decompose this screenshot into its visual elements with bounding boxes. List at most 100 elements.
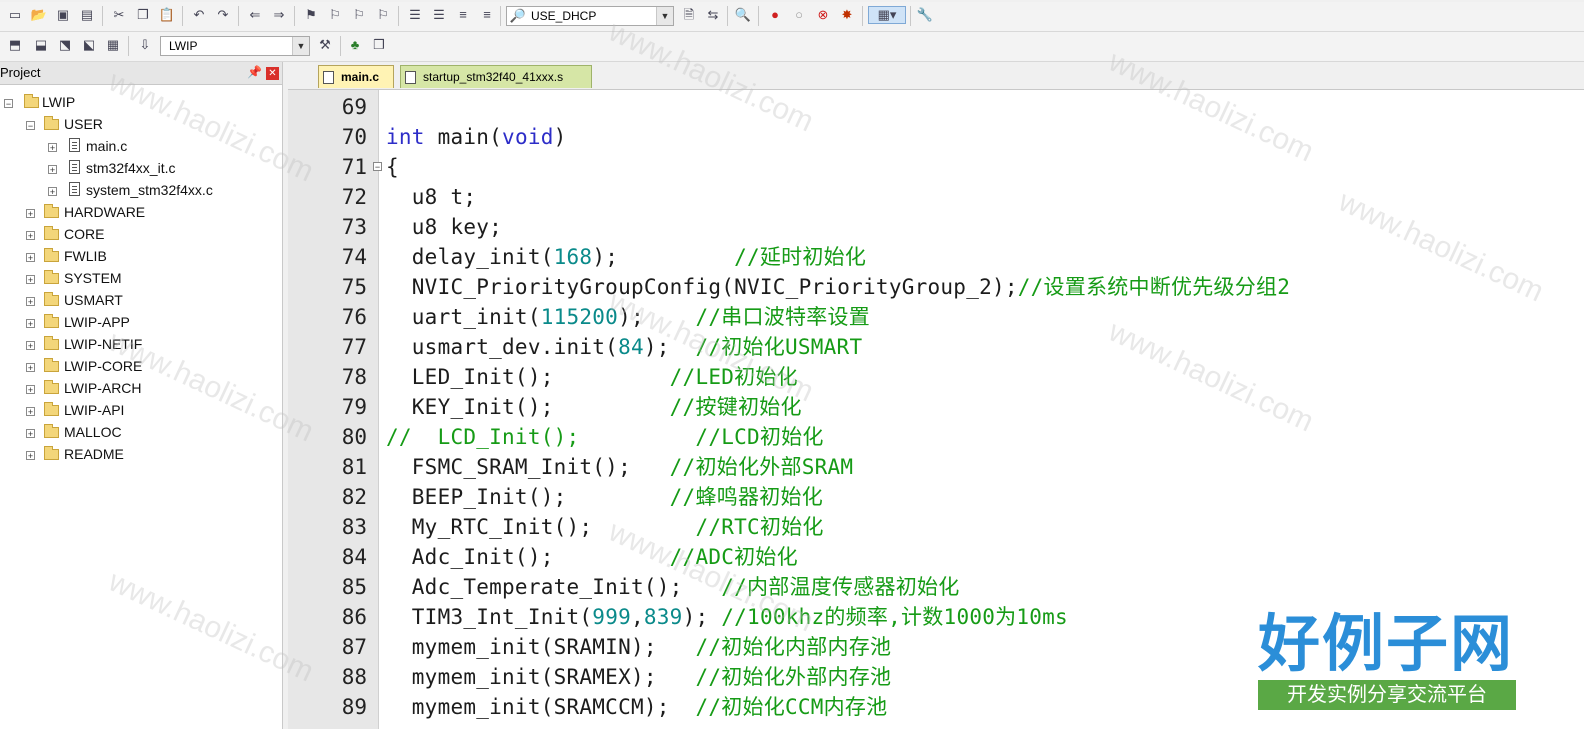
- configure-icon[interactable]: 🔧: [916, 6, 934, 24]
- code-line[interactable]: u8 key;: [386, 212, 502, 242]
- save-all-icon[interactable]: ▤: [78, 6, 96, 24]
- tree-group[interactable]: + CORE: [0, 225, 280, 247]
- expand-icon[interactable]: +: [26, 275, 35, 285]
- tree-group[interactable]: + LWIP-API: [0, 401, 280, 423]
- indent-icon[interactable]: ☰: [406, 6, 424, 24]
- kill-breakpoints-icon[interactable]: ✸: [838, 6, 856, 24]
- next-bookmark-icon[interactable]: ⚐: [350, 6, 368, 24]
- expand-icon[interactable]: +: [26, 231, 35, 241]
- chevron-down-icon[interactable]: ▼: [656, 7, 673, 25]
- tree-group[interactable]: + README: [0, 445, 280, 467]
- find-icon[interactable]: 🗎: [680, 6, 698, 24]
- translate-icon[interactable]: ⬒: [6, 36, 24, 54]
- close-icon[interactable]: ✕: [266, 67, 279, 80]
- expand-icon[interactable]: +: [48, 143, 57, 153]
- code-line[interactable]: {: [386, 152, 399, 182]
- batch-build-icon[interactable]: ⬕: [80, 36, 98, 54]
- code-line[interactable]: mymem_init(SRAMCCM); //初始化CCM内存池: [386, 692, 887, 722]
- open-folder-icon[interactable]: 📂: [30, 6, 48, 24]
- manage-project-items-icon[interactable]: ♣: [346, 36, 364, 54]
- breakpoint-icon[interactable]: ●: [766, 6, 784, 24]
- tree-group-user[interactable]: − USER: [0, 115, 280, 137]
- expand-icon[interactable]: +: [26, 297, 35, 307]
- code-line[interactable]: // LCD_Init(); //LCD初始化: [386, 422, 824, 452]
- new-file-icon[interactable]: ▭: [6, 6, 24, 24]
- tree-group[interactable]: + FWLIB: [0, 247, 280, 269]
- code-line[interactable]: mymem_init(SRAMEX); //初始化外部内存池: [386, 662, 891, 692]
- code-line[interactable]: Adc_Init(); //ADC初始化: [386, 542, 798, 572]
- tree-group[interactable]: + SYSTEM: [0, 269, 280, 291]
- code-line[interactable]: TIM3_Int_Init(999,839); //100khz的频率,计数10…: [386, 602, 1068, 632]
- expand-icon[interactable]: +: [26, 429, 35, 439]
- unindent-icon[interactable]: ☰: [430, 6, 448, 24]
- pin-icon[interactable]: 📌: [247, 65, 262, 79]
- target-options-icon[interactable]: ⚒: [316, 36, 334, 54]
- disable-breakpoint-icon[interactable]: ○: [790, 6, 808, 24]
- redo-icon[interactable]: ↷: [214, 6, 232, 24]
- code-line[interactable]: My_RTC_Init(); //RTC初始化: [386, 512, 824, 542]
- expand-icon[interactable]: +: [26, 319, 35, 329]
- manage-packs-icon[interactable]: ❒: [370, 36, 388, 54]
- code-line[interactable]: int main(void): [386, 122, 567, 152]
- tree-group[interactable]: + USMART: [0, 291, 280, 313]
- find-combo[interactable]: 🔎 USE_DHCP ▼: [506, 6, 674, 26]
- tab-main-c[interactable]: main.c: [318, 65, 394, 88]
- tree-group[interactable]: + LWIP-APP: [0, 313, 280, 335]
- incremental-find-icon[interactable]: ⇆: [704, 6, 722, 24]
- code-line[interactable]: u8 t;: [386, 182, 476, 212]
- navigate-forward-icon[interactable]: ⇒: [270, 6, 288, 24]
- tree-group[interactable]: + LWIP-CORE: [0, 357, 280, 379]
- tree-group[interactable]: + MALLOC: [0, 423, 280, 445]
- expand-icon[interactable]: +: [26, 385, 35, 395]
- expand-icon[interactable]: +: [26, 407, 35, 417]
- code-line[interactable]: NVIC_PriorityGroupConfig(NVIC_PriorityGr…: [386, 272, 1290, 302]
- expand-icon[interactable]: +: [26, 363, 35, 373]
- zoom-search-icon[interactable]: 🔍: [734, 6, 752, 24]
- uncomment-icon[interactable]: ≡: [478, 6, 496, 24]
- tree-group[interactable]: + HARDWARE: [0, 203, 280, 225]
- expand-icon[interactable]: +: [26, 341, 35, 351]
- collapse-icon[interactable]: −: [4, 99, 13, 109]
- cut-icon[interactable]: ✂: [110, 6, 128, 24]
- target-select[interactable]: LWIP ▼: [160, 36, 310, 56]
- expand-icon[interactable]: +: [26, 209, 35, 219]
- save-icon[interactable]: ▣: [54, 6, 72, 24]
- undo-icon[interactable]: ↶: [190, 6, 208, 24]
- code-line[interactable]: uart_init(115200); //串口波特率设置: [386, 302, 870, 332]
- clear-bookmarks-icon[interactable]: ⚐: [374, 6, 392, 24]
- prev-bookmark-icon[interactable]: ⚐: [326, 6, 344, 24]
- copy-icon[interactable]: ❐: [134, 6, 152, 24]
- navigate-back-icon[interactable]: ⇐: [246, 6, 264, 24]
- code-line[interactable]: BEEP_Init(); //蜂鸣器初始化: [386, 482, 823, 512]
- code-line[interactable]: Adc_Temperate_Init(); //内部温度传感器初始化: [386, 572, 960, 602]
- tree-root[interactable]: − LWIP: [0, 93, 280, 115]
- download-icon[interactable]: ⇩: [136, 36, 154, 54]
- code-line[interactable]: KEY_Init(); //按键初始化: [386, 392, 802, 422]
- build-icon[interactable]: ⬓: [32, 36, 50, 54]
- tree-file[interactable]: + stm32f4xx_it.c: [0, 159, 280, 181]
- code-line[interactable]: mymem_init(SRAMIN); //初始化内部内存池: [386, 632, 891, 662]
- code-line[interactable]: LED_Init(); //LED初始化: [386, 362, 798, 392]
- fold-collapse-icon[interactable]: −: [373, 162, 382, 172]
- tab-startup-s[interactable]: startup_stm32f40_41xxx.s: [400, 65, 592, 88]
- expand-icon[interactable]: +: [26, 253, 35, 263]
- disable-all-breakpoints-icon[interactable]: ⊗: [814, 6, 832, 24]
- comment-icon[interactable]: ≡: [454, 6, 472, 24]
- expand-icon[interactable]: +: [48, 187, 57, 197]
- window-layout-dropdown[interactable]: ▦▾: [868, 6, 906, 24]
- tree-group[interactable]: + LWIP-ARCH: [0, 379, 280, 401]
- stop-build-icon[interactable]: ▦: [104, 36, 122, 54]
- expand-icon[interactable]: +: [26, 451, 35, 461]
- paste-icon[interactable]: 📋: [158, 6, 176, 24]
- code-line[interactable]: delay_init(168); //延时初始化: [386, 242, 866, 272]
- bookmark-icon[interactable]: ⚑: [302, 6, 320, 24]
- collapse-icon[interactable]: −: [26, 121, 35, 131]
- tree-group[interactable]: + LWIP-NETIF: [0, 335, 280, 357]
- expand-icon[interactable]: +: [48, 165, 57, 175]
- tree-file[interactable]: + system_stm32f4xx.c: [0, 181, 280, 203]
- code-line[interactable]: FSMC_SRAM_Init(); //初始化外部SRAM: [386, 452, 853, 482]
- tree-file[interactable]: + main.c: [0, 137, 280, 159]
- chevron-down-icon[interactable]: ▼: [292, 37, 309, 55]
- code-line[interactable]: usmart_dev.init(84); //初始化USMART: [386, 332, 862, 362]
- rebuild-icon[interactable]: ⬔: [56, 36, 74, 54]
